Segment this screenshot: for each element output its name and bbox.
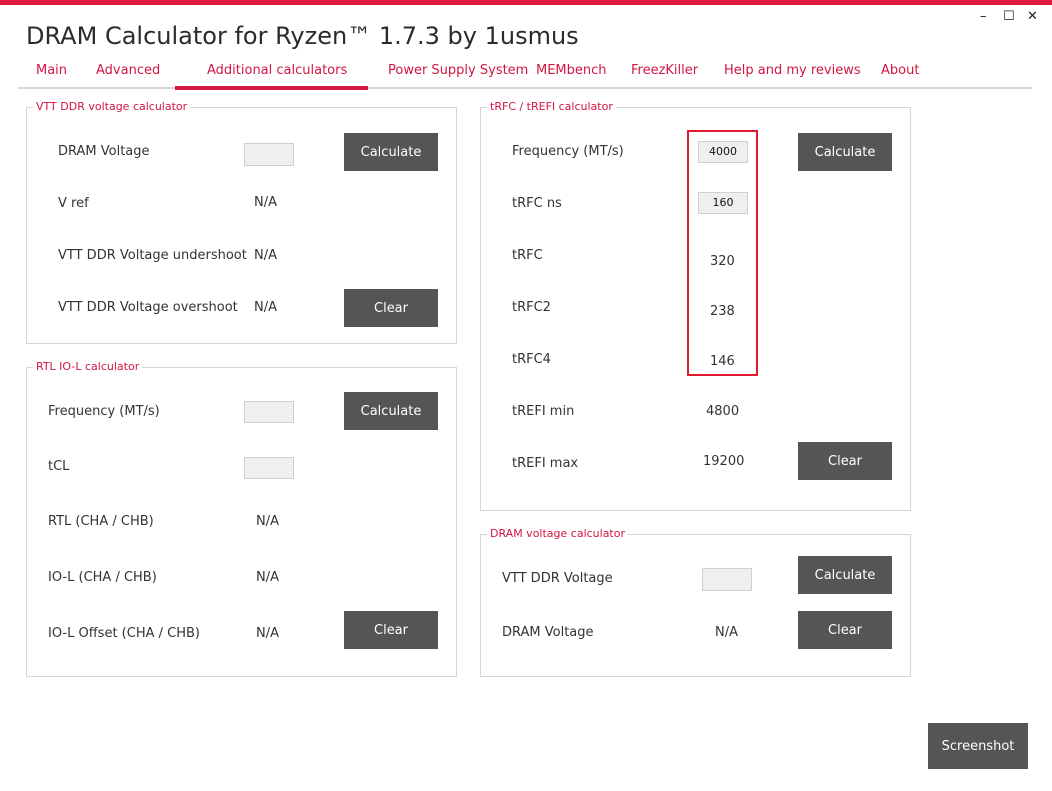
vref-label: V ref bbox=[58, 196, 89, 211]
dramv-clear-button[interactable]: Clear bbox=[798, 611, 892, 649]
tab-membench[interactable]: MEMbench bbox=[536, 63, 607, 78]
vtt-undershoot-value: N/A bbox=[254, 248, 277, 263]
rtl-cha-chb-value: N/A bbox=[256, 514, 279, 529]
dram-voltage-result-value: N/A bbox=[715, 625, 738, 640]
group-title: DRAM voltage calculator bbox=[487, 527, 629, 540]
trfc-clear-button[interactable]: Clear bbox=[798, 442, 892, 480]
tab-about[interactable]: About bbox=[881, 63, 919, 78]
vtt-overshoot-label: VTT DDR Voltage overshoot bbox=[58, 300, 238, 315]
active-tab-indicator bbox=[175, 86, 368, 90]
group-title: RTL IO-L calculator bbox=[33, 360, 143, 373]
trefi-max-label: tREFI max bbox=[512, 456, 579, 471]
trfc-frequency-label: Frequency (MT/s) bbox=[512, 144, 624, 159]
tcl-label: tCL bbox=[48, 459, 70, 474]
vtt-calculate-button[interactable]: Calculate bbox=[344, 133, 438, 171]
vref-value: N/A bbox=[254, 195, 277, 210]
rtl-clear-button[interactable]: Clear bbox=[344, 611, 438, 649]
trfc-label: tRFC bbox=[512, 248, 543, 263]
close-icon[interactable]: ✕ bbox=[1027, 9, 1038, 24]
dramv-calculate-button[interactable]: Calculate bbox=[798, 556, 892, 594]
dram-voltage-result-label: DRAM Voltage bbox=[502, 625, 594, 640]
vtt-overshoot-value: N/A bbox=[254, 300, 277, 315]
tab-freezkiller[interactable]: FreezKiller bbox=[631, 63, 698, 78]
vtt-ddr-voltage-label: VTT DDR Voltage bbox=[502, 571, 613, 586]
rtl-frequency-label: Frequency (MT/s) bbox=[48, 404, 160, 419]
app-title: DRAM Calculator for Ryzen™ 1.7.3 by 1usm… bbox=[26, 22, 579, 50]
vtt-ddr-voltage-input[interactable] bbox=[702, 568, 752, 591]
iol-cha-chb-label: IO-L (CHA / CHB) bbox=[48, 570, 157, 585]
trefi-max-value: 19200 bbox=[703, 454, 745, 469]
rtl-calculate-button[interactable]: Calculate bbox=[344, 392, 438, 430]
trfc2-label: tRFC2 bbox=[512, 300, 551, 315]
minimize-icon[interactable]: – bbox=[980, 9, 987, 24]
group-title: VTT DDR voltage calculator bbox=[33, 100, 191, 113]
tab-main[interactable]: Main bbox=[36, 63, 67, 78]
dram-voltage-label: DRAM Voltage bbox=[58, 144, 150, 159]
tab-divider bbox=[18, 87, 1032, 89]
vtt-clear-button[interactable]: Clear bbox=[344, 289, 438, 327]
maximize-icon[interactable]: ☐ bbox=[1003, 9, 1015, 24]
rtl-cha-chb-label: RTL (CHA / CHB) bbox=[48, 514, 154, 529]
tcl-input[interactable] bbox=[244, 457, 294, 479]
vtt-undershoot-label: VTT DDR Voltage undershoot bbox=[58, 248, 247, 263]
iol-offset-value: N/A bbox=[256, 626, 279, 641]
highlight-box bbox=[687, 130, 758, 376]
rtl-frequency-input[interactable] bbox=[244, 401, 294, 423]
screenshot-button[interactable]: Screenshot bbox=[928, 723, 1028, 769]
trfc4-label: tRFC4 bbox=[512, 352, 551, 367]
iol-offset-label: IO-L Offset (CHA / CHB) bbox=[48, 626, 200, 641]
tab-help-and-reviews[interactable]: Help and my reviews bbox=[724, 63, 861, 78]
trefi-min-value: 4800 bbox=[706, 404, 740, 419]
accent-top-bar bbox=[0, 0, 1052, 5]
iol-cha-chb-value: N/A bbox=[256, 570, 279, 585]
trfc-calculate-button[interactable]: Calculate bbox=[798, 133, 892, 171]
tab-additional-calculators[interactable]: Additional calculators bbox=[207, 63, 347, 78]
dram-voltage-input[interactable] bbox=[244, 143, 294, 166]
trfc-ns-label: tRFC ns bbox=[512, 196, 562, 211]
tab-power-supply-system[interactable]: Power Supply System bbox=[388, 63, 528, 78]
group-title: tRFC / tREFI calculator bbox=[487, 100, 616, 113]
trefi-min-label: tREFI min bbox=[512, 404, 575, 419]
tab-advanced[interactable]: Advanced bbox=[96, 63, 160, 78]
